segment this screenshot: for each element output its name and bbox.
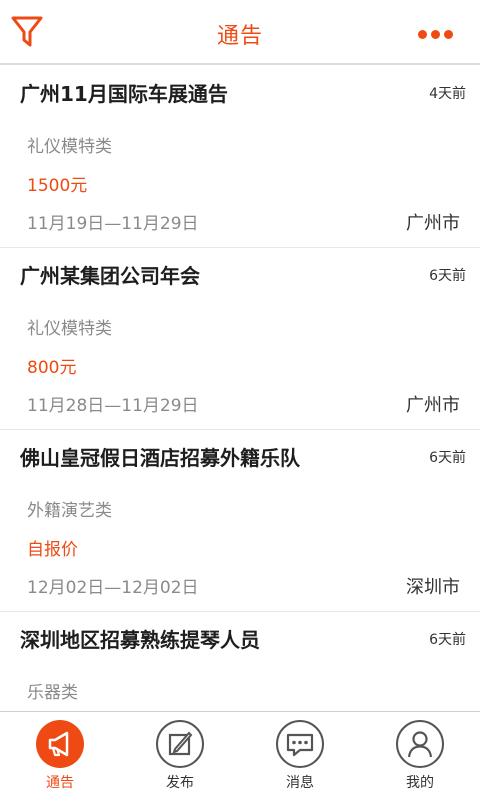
notice-price: 800元 — [27, 358, 77, 378]
megaphone-icon — [36, 720, 84, 768]
notice-card[interactable]: 广州某集团公司年会 6天前 礼仪模特类 800元 11月28日—11月29日 广… — [0, 248, 480, 430]
tab-label: 发布 — [166, 775, 194, 791]
notice-price: 1500元 — [27, 176, 88, 196]
notice-dates: 11月28日—11月29日 — [27, 396, 199, 416]
more-dot — [444, 30, 453, 39]
notice-price: 自报价 — [27, 540, 78, 560]
bottom-tab-bar: 通告 发布 消息 我的 — [0, 711, 480, 801]
notice-time: 4天前 — [429, 86, 466, 102]
notice-title: 广州某集团公司年会 — [20, 264, 200, 288]
more-dot — [431, 30, 440, 39]
notice-card[interactable]: 深圳地区招募熟练提琴人员 6天前 乐器类 — [0, 612, 480, 711]
notice-card[interactable]: 广州11月国际车展通告 4天前 礼仪模特类 1500元 11月19日—11月29… — [0, 66, 480, 248]
notice-time: 6天前 — [429, 450, 466, 466]
notice-category: 礼仪模特类 — [27, 137, 112, 157]
top-bar: 通告 — [0, 0, 480, 65]
page-title: 通告 — [216, 24, 263, 49]
user-icon — [396, 720, 444, 768]
notice-title: 佛山皇冠假日酒店招募外籍乐队 — [20, 446, 300, 470]
tab-messages[interactable]: 消息 — [240, 712, 360, 801]
tab-profile[interactable]: 我的 — [360, 712, 480, 801]
tab-notices[interactable]: 通告 — [0, 712, 120, 801]
more-dot — [418, 30, 427, 39]
message-icon — [276, 720, 324, 768]
tab-label: 通告 — [46, 775, 74, 791]
notice-card[interactable]: 佛山皇冠假日酒店招募外籍乐队 6天前 外籍演艺类 自报价 12月02日—12月0… — [0, 430, 480, 612]
notice-dates: 12月02日—12月02日 — [27, 578, 199, 598]
notice-time: 6天前 — [429, 632, 466, 648]
notice-category: 外籍演艺类 — [27, 501, 112, 521]
notice-city: 广州市 — [406, 395, 460, 416]
notice-list: 广州11月国际车展通告 4天前 礼仪模特类 1500元 11月19日—11月29… — [0, 66, 480, 711]
notice-city: 广州市 — [406, 213, 460, 234]
edit-icon — [156, 720, 204, 768]
notice-category: 礼仪模特类 — [27, 319, 112, 339]
more-button[interactable] — [418, 24, 462, 42]
notice-category: 乐器类 — [27, 683, 78, 703]
notice-time: 6天前 — [429, 268, 466, 284]
tab-publish[interactable]: 发布 — [120, 712, 240, 801]
notice-title: 广州11月国际车展通告 — [20, 82, 228, 106]
tab-label: 消息 — [286, 775, 314, 791]
notice-city: 深圳市 — [406, 577, 460, 598]
notice-dates: 11月19日—11月29日 — [27, 214, 199, 234]
tab-label: 我的 — [406, 775, 434, 791]
notice-title: 深圳地区招募熟练提琴人员 — [20, 628, 260, 652]
